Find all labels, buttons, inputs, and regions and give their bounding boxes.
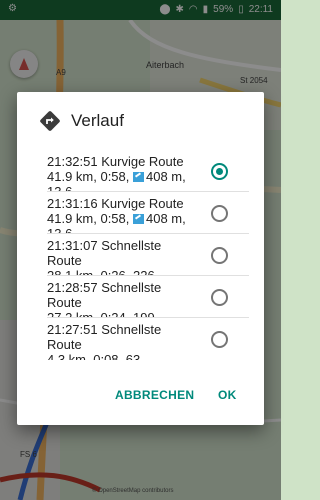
dialog-header: Verlauf (39, 110, 124, 132)
history-item-title: 21:31:16 Kurvige Route (47, 196, 184, 211)
history-item[interactable]: 21:27:51 Schnellste Route 4.3 km, 0:08, … (17, 318, 264, 360)
history-item-title: 21:31:07 Schnellste (47, 238, 162, 253)
history-item-radio[interactable] (211, 163, 228, 180)
history-item[interactable]: 21:32:51 Kurvige Route 41.9 km, 0:58, 40… (17, 150, 264, 192)
history-item[interactable]: 21:31:16 Kurvige Route 41.9 km, 0:58, 40… (17, 192, 264, 234)
history-item-title: 21:27:51 Schnellste (47, 322, 162, 337)
history-item[interactable]: 21:28:57 Schnellste Route 27.2 km, 0:24,… (17, 276, 264, 318)
history-item-title: 21:32:51 Kurvige Route (47, 154, 184, 169)
dialog-title: Verlauf (71, 111, 124, 130)
history-item-text: 21:28:57 Schnellste Route 27.2 km, 0:24,… (47, 280, 225, 318)
history-item-details: 4.3 km, 0:08, 63 ... (47, 352, 155, 360)
history-item-elevation: 408 m, (146, 211, 186, 226)
dialog-actions: ABBRECHEN OK (17, 375, 264, 425)
history-item-radio[interactable] (211, 205, 228, 222)
history-item-title-cont: Route (47, 295, 82, 310)
history-item-title: 21:28:57 Schnellste (47, 280, 162, 295)
history-item-text: 21:27:51 Schnellste Route 4.3 km, 0:08, … (47, 322, 225, 360)
elevation-icon (133, 172, 144, 182)
history-item-text: 21:31:16 Kurvige Route 41.9 km, 0:58, 40… (47, 196, 225, 234)
history-item-distance-time: 41.9 km, 0:58, (47, 169, 133, 184)
cancel-button[interactable]: ABBRECHEN (115, 388, 194, 402)
history-item[interactable]: 21:31:07 Schnellste Route 28.1 km, 0:26,… (17, 234, 264, 276)
history-item-title-cont: Route (47, 337, 82, 352)
history-item-elevation: 408 m, (146, 169, 186, 184)
ok-button[interactable]: OK (218, 388, 237, 402)
history-item-radio[interactable] (211, 289, 228, 306)
history-item-text: 21:31:07 Schnellste Route 28.1 km, 0:26,… (47, 238, 225, 276)
history-item-radio[interactable] (211, 331, 228, 348)
history-item-distance-time: 41.9 km, 0:58, (47, 211, 133, 226)
history-item-details: 41.9 km, 0:58, 408 m, (47, 211, 225, 226)
elevation-icon (133, 214, 144, 224)
history-item-details: 41.9 km, 0:58, 408 m, (47, 169, 225, 184)
history-item-text: 21:32:51 Kurvige Route 41.9 km, 0:58, 40… (47, 154, 225, 192)
history-dialog: Verlauf 21:32:51 Kurvige Route 41.9 km, … (17, 92, 264, 425)
history-item-title-cont: Route (47, 253, 82, 268)
history-item-radio[interactable] (211, 247, 228, 264)
directions-icon (39, 110, 61, 132)
